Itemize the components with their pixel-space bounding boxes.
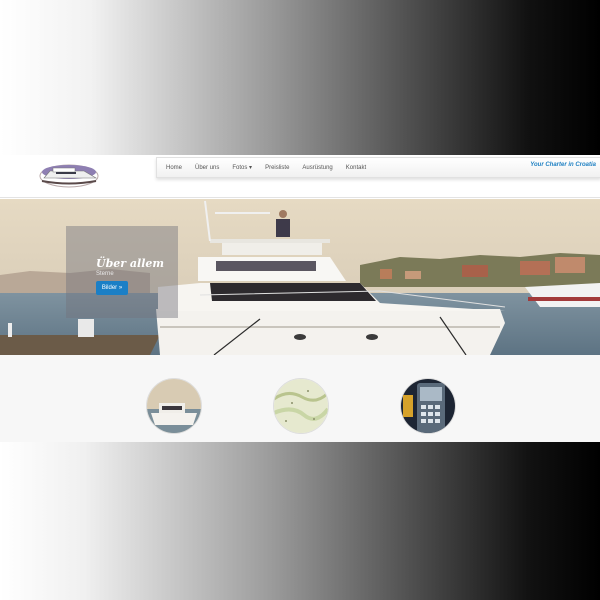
nav-equipment[interactable]: Ausrüstung [302, 165, 332, 171]
thumbnail-nautical-chart[interactable] [274, 379, 328, 433]
yacht-logo[interactable] [38, 160, 100, 190]
header-tagline: Your Charter in Croatia [530, 162, 596, 168]
hero-title: Über allem [96, 257, 165, 270]
background-band-bottom [0, 441, 600, 600]
nav-photos-dropdown[interactable]: Fotos ▾ [232, 164, 252, 171]
nav-home[interactable]: Home [166, 165, 182, 171]
website-page: Home Über uns Fotos ▾ Preisliste Ausrüst… [0, 155, 600, 442]
hero-caption-box: Über allem Sterne Bilder » [66, 226, 178, 318]
nav-prices[interactable]: Preisliste [265, 165, 289, 171]
header-bar: Home Über uns Fotos ▾ Preisliste Ausrüst… [0, 155, 600, 198]
nav-about-us[interactable]: Über uns [195, 165, 219, 171]
thumbnail-navigation-device[interactable] [401, 379, 455, 433]
photos-button[interactable]: Bilder » [96, 281, 128, 295]
hero-banner: Über allem Sterne Bilder » [0, 199, 600, 355]
thumbnail-yacht[interactable] [147, 379, 201, 433]
nav-contact[interactable]: Kontakt [346, 165, 366, 171]
hero-subtitle: Sterne [96, 271, 114, 277]
thumbnail-row [0, 355, 600, 442]
